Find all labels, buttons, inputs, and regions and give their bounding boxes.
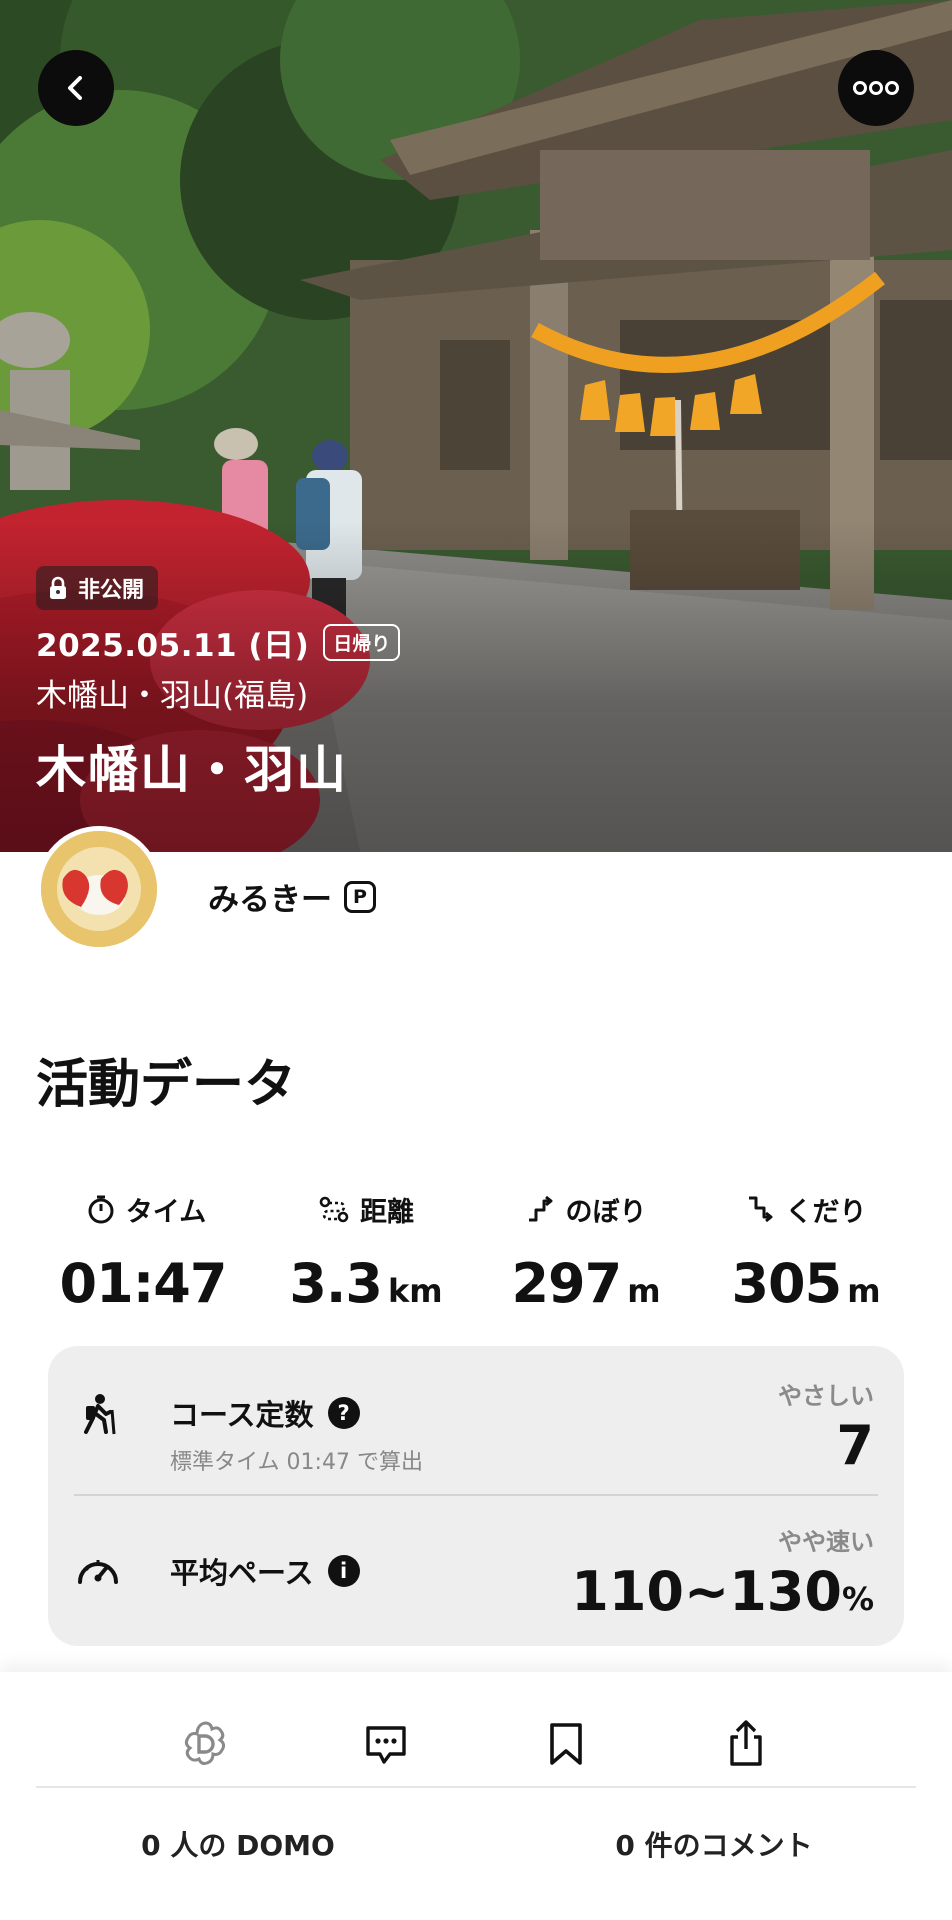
average-pace-label: 平均ペース	[170, 1556, 314, 1590]
hero-photo: 非公開 2025.05.11 (日) 日帰り 木幡山・羽山(福島) 木幡山・羽山	[0, 0, 952, 852]
hiker-icon	[84, 1394, 116, 1435]
lock-icon	[50, 576, 66, 599]
ellipsis-icon	[853, 81, 899, 95]
comment-button[interactable]	[350, 1708, 422, 1780]
avatar[interactable]	[36, 826, 162, 952]
bottom-bar: 0 人の DOMO 0 件のコメント	[0, 1672, 952, 1920]
stat-distance: 距離 3.3 km	[256, 1186, 476, 1316]
domo-button[interactable]	[169, 1708, 241, 1780]
stat-value-row: 305 m	[731, 1252, 880, 1315]
course-card: コース定数 ? 標準タイム 01:47 で算出 やさしい 7 平均ペース i や…	[48, 1346, 904, 1646]
trip-type-badge: 日帰り	[323, 624, 401, 661]
activity-date: 2025.05.11 (日)	[36, 628, 310, 664]
bottom-divider	[36, 1786, 916, 1788]
info-icon[interactable]: i	[327, 1555, 360, 1587]
stat-label: 距離	[360, 1196, 414, 1228]
comment-count[interactable]: 0 件のコメント	[476, 1824, 952, 1864]
course-constant-subtitle: 標準タイム 01:47 で算出	[170, 1450, 423, 1475]
chevron-left-icon	[68, 76, 82, 100]
hero-date-row: 2025.05.11 (日) 日帰り	[36, 620, 401, 665]
stat-time: タイム 01:47	[36, 1186, 256, 1315]
bookmark-button[interactable]	[530, 1708, 602, 1780]
user-row[interactable]: みるきー P	[208, 874, 376, 919]
bookmark-icon	[550, 1723, 582, 1765]
activity-area: 木幡山・羽山(福島)	[36, 678, 309, 714]
share-button[interactable]	[710, 1708, 782, 1780]
comment-icon	[366, 1726, 406, 1764]
stat-ascent: のぼり 297 m	[476, 1186, 696, 1315]
premium-badge: P	[344, 880, 376, 913]
stat-value-row: 01:47	[60, 1252, 233, 1315]
course-constant-value: 7	[836, 1414, 874, 1477]
stat-label-row: くだり	[746, 1186, 867, 1232]
stat-value: 297	[511, 1252, 622, 1315]
share-icon	[730, 1720, 762, 1766]
avatar-image	[41, 831, 157, 947]
activity-title: 木幡山・羽山	[36, 741, 348, 799]
route-icon	[319, 1196, 349, 1223]
stat-label: タイム	[125, 1196, 207, 1228]
speedometer-icon	[78, 1560, 118, 1584]
stat-label-row: タイム	[86, 1186, 206, 1232]
stat-label-row: 距離	[318, 1186, 414, 1232]
course-constant-title: コース定数 ?	[170, 1392, 360, 1434]
stats-row: タイム 01:47 距離 3.3 km のぼり 297 m くだり 305 m	[36, 1186, 916, 1315]
ascent-icon	[528, 1195, 552, 1222]
stat-label-row: のぼり	[526, 1186, 647, 1232]
section-title: 活動データ	[36, 1055, 297, 1115]
stat-descent: くだり 305 m	[696, 1186, 916, 1315]
counts-row: 0 人の DOMO 0 件のコメント	[0, 1824, 952, 1864]
pace-unit: %	[841, 1580, 874, 1618]
difficulty-label: やさしい	[778, 1382, 874, 1410]
card-divider	[74, 1494, 878, 1496]
stat-label: くだり	[785, 1196, 867, 1228]
stat-label: のぼり	[565, 1196, 647, 1228]
domo-count[interactable]: 0 人の DOMO	[0, 1824, 476, 1864]
stat-value-row: 3.3 km	[289, 1252, 442, 1315]
stat-value-row: 297 m	[511, 1252, 660, 1315]
pace-label: やや速い	[778, 1528, 874, 1556]
descent-icon	[748, 1196, 772, 1223]
back-button[interactable]	[38, 50, 114, 126]
user-name[interactable]: みるきー	[208, 874, 332, 919]
stat-value: 01:47	[59, 1252, 228, 1315]
course-constant-label: コース定数	[170, 1398, 314, 1432]
stopwatch-icon	[88, 1195, 114, 1224]
course-constant-row[interactable]: コース定数 ? 標準タイム 01:47 で算出 やさしい 7	[74, 1376, 878, 1486]
stat-unit: m	[847, 1272, 881, 1310]
privacy-badge: 非公開	[36, 566, 159, 610]
pace-value: 110~130	[571, 1560, 842, 1623]
help-icon[interactable]: ?	[327, 1397, 360, 1429]
action-row	[0, 1708, 952, 1780]
stat-value: 305	[731, 1252, 842, 1315]
stat-value: 3.3	[289, 1252, 383, 1315]
more-options-button[interactable]	[838, 50, 914, 126]
average-pace-value: 110~130%	[571, 1560, 874, 1623]
stat-unit: km	[388, 1272, 443, 1310]
average-pace-row[interactable]: 平均ペース i やや速い 110~130%	[74, 1522, 878, 1632]
average-pace-title: 平均ペース i	[170, 1550, 360, 1592]
stat-unit: m	[627, 1272, 661, 1310]
privacy-label: 非公開	[78, 578, 145, 603]
domo-icon	[184, 1721, 226, 1765]
